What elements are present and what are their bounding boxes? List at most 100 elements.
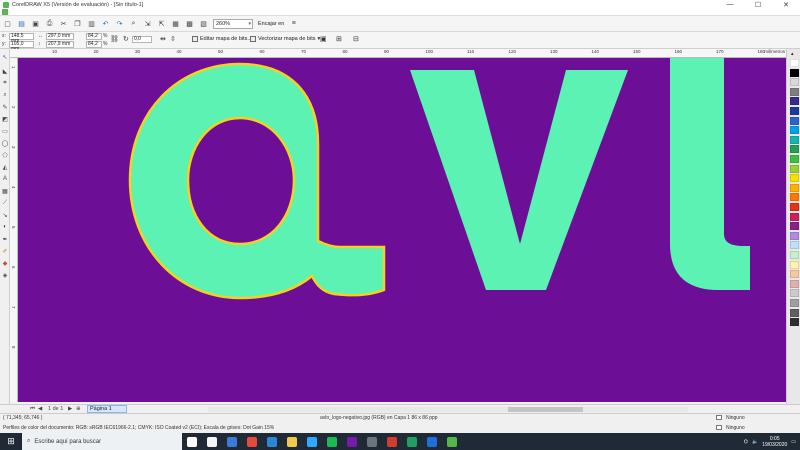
basic-shapes-icon[interactable]: ◭ [1, 163, 9, 171]
palette-swatch[interactable] [790, 318, 799, 327]
connector-tool-icon[interactable]: ↘ [1, 211, 9, 219]
palette-swatch[interactable] [790, 107, 799, 115]
height-field[interactable]: 207,9 mm [46, 41, 74, 48]
palette-swatch[interactable] [790, 87, 799, 96]
palette-swatch[interactable] [790, 183, 799, 192]
notifications-icon[interactable]: ▭ [791, 439, 796, 445]
close-button[interactable]: ✕ [772, 1, 800, 9]
lock-ratio-icon[interactable]: ⛓ [110, 35, 119, 43]
text-tool-icon[interactable]: A [1, 175, 9, 183]
taskbar-app-task-view[interactable] [182, 433, 202, 450]
fill-tool-icon[interactable]: ◆ [1, 259, 9, 267]
palette-swatch[interactable] [790, 308, 799, 317]
palette-swatch[interactable] [790, 222, 799, 231]
undo-icon[interactable]: ↶ [101, 19, 110, 28]
smart-fill-icon[interactable]: ◩ [1, 115, 9, 123]
export-icon[interactable]: ⇱ [157, 19, 166, 28]
taskbar-app-mail[interactable] [222, 433, 242, 450]
fill-indicator-icon[interactable] [716, 415, 722, 420]
import-icon[interactable]: ⇲ [143, 19, 152, 28]
crop-bitmap-icon[interactable]: ▣ [320, 35, 327, 43]
vertical-ruler[interactable]: 1 2 3 4 5 6 7 8 [10, 58, 18, 402]
document-icon[interactable] [2, 9, 8, 15]
x-position-field[interactable]: 148,5 mm [9, 33, 34, 43]
palette-scroll-up-icon[interactable]: ▴ [791, 51, 794, 57]
taskbar-app-app-blue[interactable] [422, 433, 442, 450]
palette-swatch[interactable] [790, 212, 799, 221]
next-page-icon[interactable]: ▶ [68, 406, 72, 412]
freehand-tool-icon[interactable]: ✎ [1, 103, 9, 111]
crop-tool-icon[interactable]: ⌗ [1, 79, 9, 87]
redo-icon[interactable]: ↷ [115, 19, 124, 28]
edit-bitmap-button[interactable]: Editar mapa de bits... [192, 36, 252, 42]
rotation-angle-field[interactable]: 0,0 [132, 36, 152, 43]
paste-icon[interactable]: ▥ [87, 19, 96, 28]
palette-swatch[interactable] [790, 279, 799, 288]
horizontal-ruler[interactable]: 10 20 30 40 50 60 70 80 90 100 110 120 130 140 150 160 1… [10, 49, 786, 58]
palette-swatch[interactable] [790, 126, 799, 135]
palette-swatch[interactable] [790, 260, 799, 269]
scale-y-field[interactable]: 84,2 [86, 41, 102, 48]
palette-swatch[interactable] [790, 78, 799, 87]
outline-pen-icon[interactable]: ✐ [1, 247, 9, 255]
scale-x-field[interactable]: 84,2 [86, 33, 102, 40]
resample-icon[interactable]: ⊞ [336, 35, 342, 43]
welcome-screen-icon[interactable]: ▧ [199, 19, 208, 28]
palette-swatch[interactable] [790, 97, 799, 106]
clock[interactable]: 0:05 19/03/2020 [762, 436, 787, 448]
add-page-icon[interactable]: ⊕ [76, 406, 81, 412]
palette-swatch[interactable] [790, 251, 799, 259]
windows-start-icon[interactable]: ⊞ [0, 436, 22, 447]
zoom-level-select[interactable]: 260% ▾ [213, 18, 253, 29]
cut-icon[interactable]: ✂ [59, 19, 68, 28]
options-icon[interactable]: ≡ [289, 19, 298, 28]
network-icon[interactable]: ⌬ [744, 439, 748, 445]
palette-swatch[interactable] [790, 289, 799, 298]
copy-icon[interactable]: ❐ [73, 19, 82, 28]
palette-swatch[interactable] [790, 155, 799, 163]
taskbar-app-onenote[interactable] [342, 433, 362, 450]
search-content-icon[interactable]: ⌕ [129, 19, 138, 28]
snap-to-dropdown[interactable]: Encajar en [258, 21, 284, 27]
maximize-button[interactable]: ☐ [744, 1, 772, 9]
outline-indicator-icon[interactable] [716, 425, 722, 430]
taskbar-app-explorer[interactable] [282, 433, 302, 450]
trace-bitmap-button[interactable]: Vectorizar mapa de bits ▾ [250, 36, 320, 42]
interactive-fill-icon[interactable]: ◈ [1, 271, 9, 279]
palette-swatch[interactable] [790, 299, 799, 307]
ellipse-tool-icon[interactable]: ◯ [1, 139, 9, 147]
taskbar-app-photoshop[interactable] [302, 433, 322, 450]
wrap-text-icon[interactable]: ⊟ [353, 35, 359, 43]
palette-swatch[interactable] [790, 68, 799, 77]
palette-swatch[interactable] [790, 164, 799, 173]
pdf-icon[interactable]: ▦ [171, 19, 180, 28]
taskbar-search[interactable]: ⌕ Escribe aquí para buscar [22, 433, 182, 450]
mirror-horizontal-icon[interactable]: ⇹ [160, 35, 166, 43]
drawing-canvas[interactable]: avl [18, 58, 786, 402]
blend-tool-icon[interactable]: ◐ [1, 223, 9, 231]
prev-page-icon[interactable]: ◀ [38, 406, 42, 412]
palette-swatch[interactable] [790, 241, 799, 250]
taskbar-app-chrome[interactable] [242, 433, 262, 450]
page-tab[interactable]: Página 1 [87, 405, 127, 413]
y-position-field[interactable]: 105,0 mm [9, 41, 34, 51]
color-profiles[interactable]: Perfiles de color del documento: RGB: sR… [3, 425, 274, 431]
dimension-tool-icon[interactable]: ⟋ [1, 199, 9, 207]
taskbar-app-edge[interactable] [262, 433, 282, 450]
taskbar-app-spotify[interactable] [322, 433, 342, 450]
save-icon[interactable]: ▣ [31, 19, 40, 28]
palette-swatch[interactable] [790, 116, 799, 125]
volume-icon[interactable]: 🔈 [752, 439, 758, 445]
rectangle-tool-icon[interactable]: ▭ [1, 127, 9, 135]
taskbar-app-app-gray[interactable] [362, 433, 382, 450]
pick-tool-icon[interactable]: ↖ [1, 53, 9, 61]
palette-swatch[interactable] [790, 59, 799, 67]
first-page-icon[interactable]: ⏮ [30, 406, 35, 413]
palette-swatch[interactable] [790, 231, 799, 240]
minimize-button[interactable]: — [716, 1, 744, 9]
print-icon[interactable]: ⎙ [45, 19, 54, 28]
palette-swatch[interactable] [790, 270, 799, 279]
open-folder-icon[interactable]: ▤ [17, 19, 26, 28]
taskbar-app-app-green[interactable] [402, 433, 422, 450]
palette-swatch[interactable] [790, 203, 799, 211]
